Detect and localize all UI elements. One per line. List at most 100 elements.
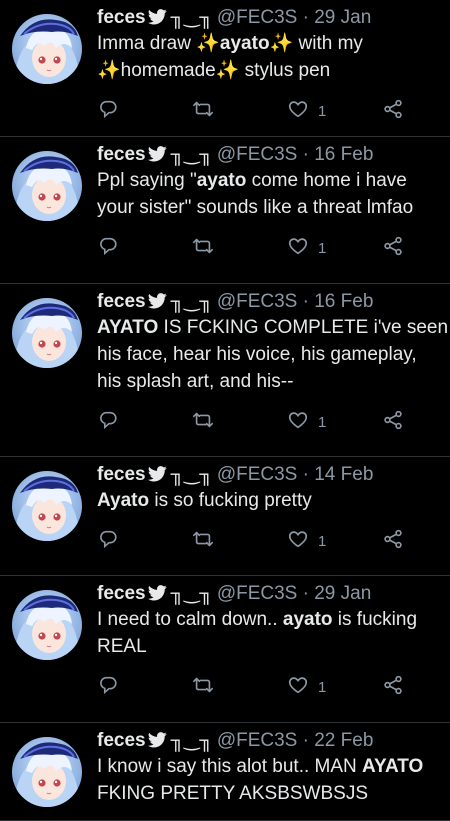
display-name[interactable]: feces (97, 730, 146, 751)
name-decoration: ╖‿╖ (170, 291, 213, 312)
avatar[interactable] (12, 737, 82, 807)
bold-keyword: Ayato (97, 490, 150, 511)
tweet-header: feces ╖‿╖ @FEC3S · 22 Feb (97, 729, 373, 755)
twitter-bird-icon (147, 8, 167, 32)
share-button[interactable] (382, 98, 404, 124)
avatar[interactable] (12, 151, 82, 221)
text-segment: I need to calm down.. (97, 609, 283, 630)
retweet-button[interactable] (192, 674, 214, 700)
user-handle[interactable]: @FEC3S (217, 464, 298, 485)
display-name[interactable]: feces (97, 464, 146, 485)
tweet-text-line: AYATO IS FCKING COMPLETE i've seen (97, 314, 450, 341)
tweet-date[interactable]: 29 Jan (314, 7, 371, 28)
like-button[interactable]: 1 (287, 674, 326, 700)
tweet[interactable]: feces ╖‿╖ @FEC3S · 16 Feb Ppl saying "ayato… (0, 137, 450, 284)
tweet[interactable]: feces ╖‿╖ @FEC3S · 29 Jan I need to calm do… (0, 576, 450, 723)
like-button[interactable]: 1 (287, 409, 326, 435)
tweet-text: Ayato is so fucking pretty (97, 487, 450, 514)
reply-button[interactable] (97, 528, 119, 554)
retweet-icon (192, 98, 214, 125)
like-count: 1 (318, 239, 327, 257)
share-icon (382, 528, 404, 555)
tweet-date[interactable]: 29 Jan (314, 583, 371, 604)
retweet-button[interactable] (192, 409, 214, 435)
bold-keyword: AYATO (362, 756, 424, 777)
user-handle[interactable]: @FEC3S (217, 730, 298, 751)
retweet-button[interactable] (192, 235, 214, 261)
user-handle[interactable]: @FEC3S (217, 144, 298, 165)
tweet-actions: 1 (97, 98, 417, 124)
tweet[interactable]: feces ╖‿╖ @FEC3S · 16 Feb AYATO IS FCKING C… (0, 284, 450, 457)
tweet-text: Ppl saying "ayato come home i have your s… (97, 167, 450, 221)
retweet-button[interactable] (192, 528, 214, 554)
tweet[interactable]: feces ╖‿╖ @FEC3S · 22 Feb I know i say this… (0, 723, 450, 821)
tweet-text-line: FKING PRETTY AKSBSWBSJS (97, 780, 450, 807)
sparkles-emoji: ✨ (196, 33, 220, 54)
retweet-icon (192, 235, 214, 262)
reply-button[interactable] (97, 409, 119, 435)
display-name[interactable]: feces (97, 144, 146, 165)
like-button[interactable]: 1 (287, 235, 326, 261)
display-name[interactable]: feces (97, 7, 146, 28)
heart-icon (287, 98, 309, 125)
name-decoration: ╖‿╖ (170, 730, 213, 751)
tweet[interactable]: feces ╖‿╖ @FEC3S · 29 Jan Imma draw ✨ayato✨… (0, 0, 450, 137)
tweet-date[interactable]: 14 Feb (314, 464, 373, 485)
twitter-bird-icon (147, 584, 167, 608)
display-name[interactable]: feces (97, 291, 146, 312)
text-segment: come home i have (246, 170, 407, 191)
twitter-bird-icon (147, 465, 167, 489)
separator-dot: · (302, 730, 309, 751)
heart-icon (287, 528, 309, 555)
tweet-date[interactable]: 22 Feb (314, 730, 373, 751)
like-button[interactable]: 1 (287, 98, 326, 124)
avatar[interactable] (12, 590, 82, 660)
tweet-actions: 1 (97, 528, 417, 554)
separator-dot: · (302, 7, 309, 28)
share-button[interactable] (382, 528, 404, 554)
like-count: 1 (318, 678, 327, 696)
share-button[interactable] (382, 674, 404, 700)
bold-keyword: ayato (196, 170, 247, 191)
sparkles-emoji: ✨ (97, 60, 121, 81)
user-handle[interactable]: @FEC3S (217, 7, 298, 28)
reply-button[interactable] (97, 235, 119, 261)
tweet-text-line: his face, hear his voice, his gameplay, (97, 341, 450, 368)
share-button[interactable] (382, 235, 404, 261)
name-decoration: ╖‿╖ (170, 583, 213, 604)
user-handle[interactable]: @FEC3S (217, 583, 298, 604)
like-count: 1 (318, 102, 327, 120)
tweet-date[interactable]: 16 Feb (314, 144, 373, 165)
tweet-text-line: Ayato is so fucking pretty (97, 487, 450, 514)
reply-button[interactable] (97, 674, 119, 700)
retweet-button[interactable] (192, 98, 214, 124)
reply-button[interactable] (97, 98, 119, 124)
reply-icon (97, 528, 119, 555)
user-handle[interactable]: @FEC3S (217, 291, 298, 312)
separator-dot: · (302, 291, 309, 312)
text-segment: I know i say this alot but.. MAN (97, 756, 363, 777)
tweet-header: feces ╖‿╖ @FEC3S · 14 Feb (97, 463, 373, 489)
tweet-text-line: I need to calm down.. ayato is fucking (97, 606, 450, 633)
tweet-text-line: Imma draw ✨ayato✨ with my (97, 30, 450, 57)
tweet-feed: feces ╖‿╖ @FEC3S · 29 Jan Imma draw ✨ayato✨… (0, 0, 450, 821)
reply-icon (97, 674, 119, 701)
avatar[interactable] (12, 298, 82, 368)
like-count: 1 (318, 413, 327, 431)
text-segment: is so fucking pretty (149, 490, 312, 511)
tweet-date[interactable]: 16 Feb (314, 291, 373, 312)
name-decoration: ╖‿╖ (170, 7, 213, 28)
tweet-text: AYATO IS FCKING COMPLETE i've seen his fa… (97, 314, 450, 395)
share-button[interactable] (382, 409, 404, 435)
avatar[interactable] (12, 471, 82, 541)
display-name[interactable]: feces (97, 583, 146, 604)
tweet-text-line: his splash art, and his-- (97, 368, 450, 395)
separator-dot: · (302, 583, 309, 604)
like-button[interactable]: 1 (287, 528, 326, 554)
tweet[interactable]: feces ╖‿╖ @FEC3S · 14 Feb Ayato is so fucki… (0, 457, 450, 576)
text-segment: with my (293, 33, 363, 54)
reply-icon (97, 409, 119, 436)
avatar[interactable] (12, 14, 82, 84)
retweet-icon (192, 528, 214, 555)
text-segment: his splash art, and his-- (97, 371, 294, 392)
